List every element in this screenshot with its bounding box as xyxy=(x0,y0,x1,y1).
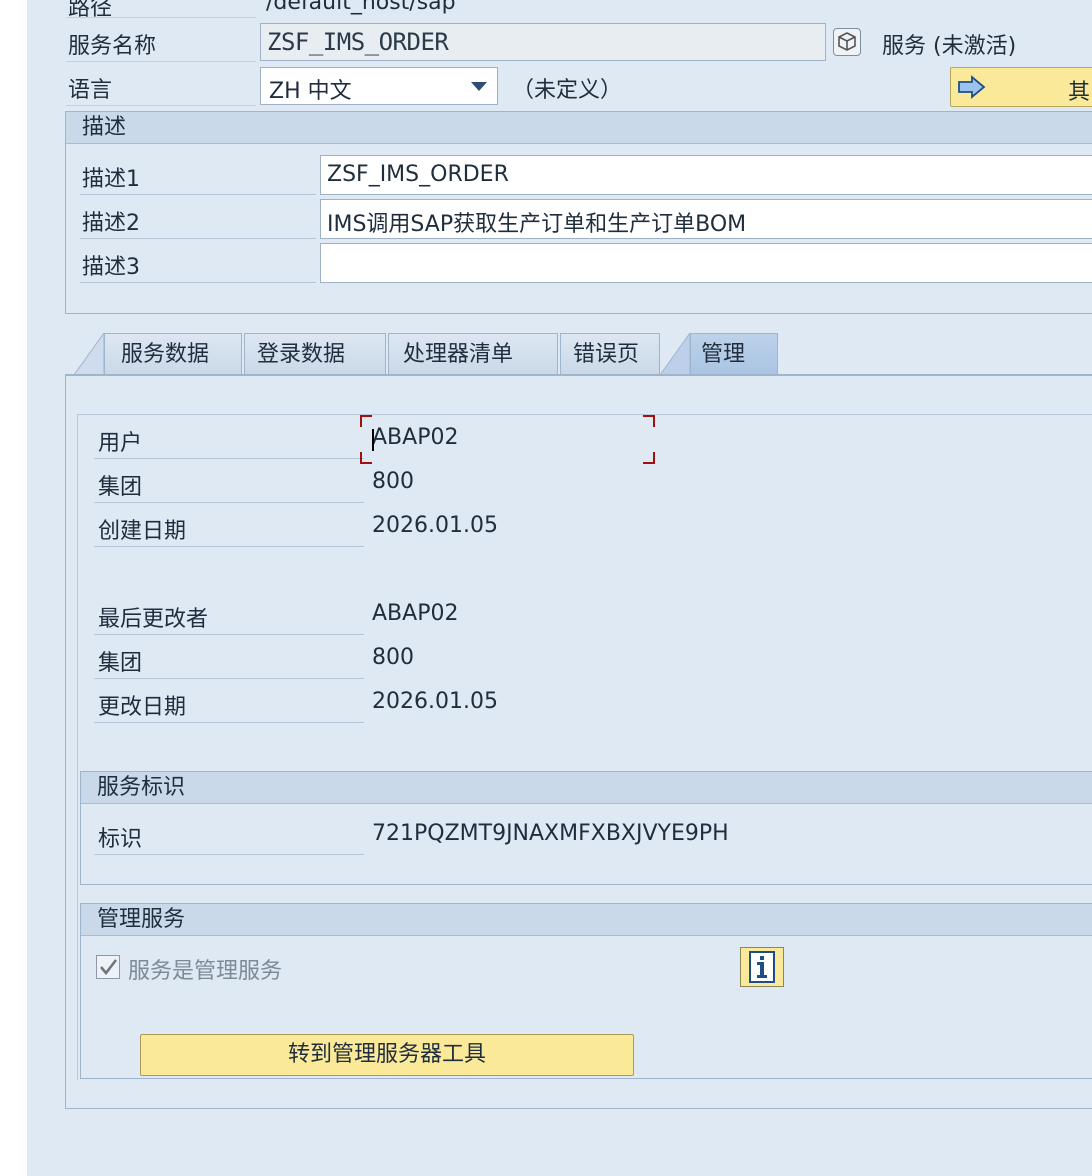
created-client-label: 集团 xyxy=(98,475,143,500)
created-date-value: 2026.01.05 xyxy=(372,513,498,538)
changed-user-label: 最后更改者 xyxy=(98,607,209,632)
language-note: （未定义） xyxy=(512,78,623,103)
cube-icon[interactable] xyxy=(833,28,861,56)
other-button[interactable]: 其 xyxy=(950,67,1092,107)
other-button-label: 其 xyxy=(1068,80,1091,105)
separator xyxy=(66,17,256,18)
goto-management-server-tool-button[interactable]: 转到管理服务器工具 xyxy=(140,1034,634,1076)
created-client-value: 800 xyxy=(372,469,414,494)
changed-client-label: 集团 xyxy=(98,651,143,676)
separator xyxy=(80,238,316,239)
checkmark-icon xyxy=(100,959,118,976)
management-service-checkbox[interactable] xyxy=(96,955,120,979)
path-value: /default_host/sap xyxy=(266,0,456,15)
desc2-label: 描述2 xyxy=(82,211,140,236)
tab-service-data[interactable]: 服务数据 xyxy=(104,333,242,375)
management-service-title: 管理服务 xyxy=(81,904,1092,936)
separator xyxy=(94,502,364,503)
separator xyxy=(94,854,364,855)
language-label: 语言 xyxy=(68,78,113,103)
desc3-field[interactable] xyxy=(320,243,1092,283)
created-date-label: 创建日期 xyxy=(98,519,187,544)
separator xyxy=(80,194,316,195)
desc2-field[interactable]: IMS调用SAP获取生产订单和生产订单BOM xyxy=(320,199,1092,239)
separator xyxy=(94,678,364,679)
separator xyxy=(94,546,364,547)
separator xyxy=(66,105,256,106)
tab-administration[interactable]: 管理 xyxy=(690,333,778,375)
focus-corner xyxy=(360,415,372,427)
service-name-label: 服务名称 xyxy=(68,34,157,59)
separator xyxy=(80,282,316,283)
service-name-field[interactable]: ZSF_IMS_ORDER xyxy=(260,23,826,61)
separator xyxy=(94,634,364,635)
language-select[interactable]: ZH 中文 xyxy=(260,67,498,105)
focus-corner xyxy=(360,452,372,464)
changed-user-value: ABAP02 xyxy=(372,601,459,626)
changed-date-value: 2026.01.05 xyxy=(372,689,498,714)
desc1-field[interactable]: ZSF_IMS_ORDER xyxy=(320,155,1092,195)
tab-error-pages[interactable]: 错误页 xyxy=(560,333,660,375)
changed-date-label: 更改日期 xyxy=(98,695,187,720)
chevron-down-icon[interactable] xyxy=(471,82,487,91)
focus-corner xyxy=(643,415,655,427)
focus-corner xyxy=(643,452,655,464)
tab-logon-data[interactable]: 登录数据 xyxy=(244,333,386,375)
desc1-label: 描述1 xyxy=(82,167,140,192)
desc3-label: 描述3 xyxy=(82,255,140,280)
info-icon[interactable] xyxy=(740,947,784,987)
separator xyxy=(66,61,256,62)
created-user-value[interactable]: ABAP02 xyxy=(372,425,458,450)
service-id-value: 721PQZMT9JNAXMFXBXJVYE9PH xyxy=(372,821,729,846)
separator xyxy=(94,458,364,459)
service-id-title: 服务标识 xyxy=(81,772,1092,804)
service-id-label: 标识 xyxy=(98,827,143,852)
path-label: 路径 xyxy=(68,0,113,21)
arrow-right-icon xyxy=(958,75,986,99)
service-status: 服务 (未激活) xyxy=(882,34,1017,59)
changed-client-value: 800 xyxy=(372,645,414,670)
description-title: 描述 xyxy=(66,112,1092,144)
language-value: ZH 中文 xyxy=(269,79,352,104)
tab-handler-list[interactable]: 处理器清单 xyxy=(388,333,558,375)
created-user-label: 用户 xyxy=(98,431,143,456)
text-cursor xyxy=(372,429,374,451)
separator xyxy=(94,722,364,723)
management-service-checkbox-label: 服务是管理服务 xyxy=(128,959,283,984)
